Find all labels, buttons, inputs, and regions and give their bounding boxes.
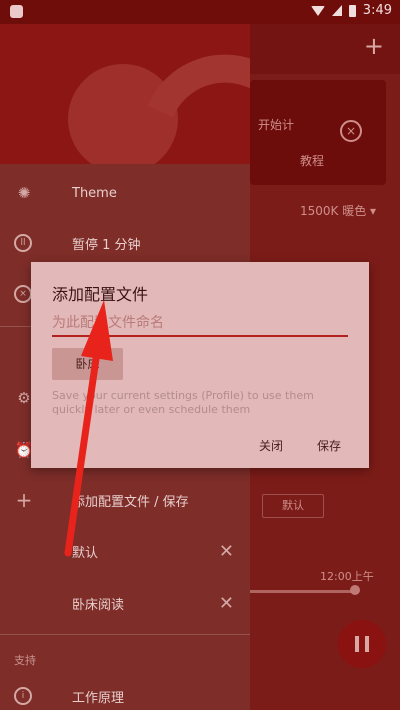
- theme-icon: ✺: [17, 184, 31, 202]
- intensity-slider[interactable]: [250, 590, 355, 593]
- close-card-icon[interactable]: ×: [340, 120, 362, 142]
- drawer-item-profile-bed-reading[interactable]: 卧床阅读 ✕: [0, 579, 250, 627]
- drawer-item-pause[interactable]: ll 暂停 1 分钟: [0, 219, 250, 267]
- pause-bar-icon: [365, 636, 369, 652]
- add-icon[interactable]: +: [364, 32, 384, 60]
- plus-icon: +: [15, 488, 33, 512]
- drawer-item-add-profile[interactable]: + 添加配置文件 / 保存: [0, 476, 250, 524]
- color-temp-dropdown[interactable]: 1500K 暖色 ▾: [300, 202, 376, 219]
- drawer-header: [0, 24, 250, 164]
- remove-profile-icon[interactable]: ✕: [219, 593, 234, 614]
- status-time: 3:49: [362, 3, 392, 18]
- drawer-divider: [0, 634, 250, 635]
- status-icons: 3:49: [310, 3, 392, 18]
- dialog-hint: Save your current settings (Profile) to …: [52, 389, 314, 416]
- profile-label: 卧床阅读: [72, 597, 125, 613]
- status-bar: 3:49: [0, 0, 400, 24]
- tutorial-card-line2: 教程: [300, 154, 325, 168]
- pause-icon: ll: [14, 234, 32, 252]
- signal-icon: [331, 5, 342, 16]
- add-profile-dialog: 添加配置文件 为此配置文件命名 卧床 Save your current set…: [31, 262, 369, 468]
- profile-label: 默认: [72, 545, 99, 561]
- wifi-icon: [310, 5, 325, 16]
- info-icon: i: [14, 687, 32, 705]
- section-label-support: 支持: [14, 654, 36, 667]
- remove-profile-icon[interactable]: ✕: [219, 541, 234, 562]
- drawer-item-theme[interactable]: ✺ Theme: [0, 169, 250, 217]
- drawer-item-how-it-works[interactable]: i 工作原理: [0, 672, 250, 710]
- profile-button[interactable]: 默认: [262, 494, 324, 518]
- battery-icon: [348, 4, 356, 17]
- app-screen: 3:49 + 开始计 教程 × 1500K 暖色 ▾ 默认 12:00上午 ✺ …: [0, 0, 400, 710]
- tutorial-card-line1: 开始计: [258, 118, 295, 132]
- time-label: 12:00上午: [320, 570, 374, 583]
- drawer-item-label: 添加配置文件 / 保存: [72, 494, 189, 510]
- input-underline: [52, 335, 348, 337]
- slider-knob[interactable]: [350, 585, 360, 595]
- pause-bar-icon: [355, 636, 359, 652]
- drawer-item-profile-default[interactable]: 默认 ✕: [0, 527, 250, 575]
- suggestion-chip[interactable]: 卧床: [52, 348, 123, 380]
- save-button[interactable]: 保存: [317, 437, 341, 454]
- close-button[interactable]: 关闭: [259, 437, 283, 454]
- drawer-item-label: 工作原理: [72, 690, 125, 706]
- dialog-title: 添加配置文件: [52, 285, 149, 304]
- notification-icon: [10, 5, 23, 18]
- pause-fab[interactable]: [338, 620, 386, 668]
- stop-icon: ×: [14, 285, 32, 303]
- drawer-item-label: Theme: [72, 185, 117, 201]
- color-temp-value: 1500K 暖色: [300, 204, 367, 218]
- profile-name-input[interactable]: 为此配置文件命名: [52, 312, 346, 334]
- drawer-item-label: 暂停 1 分钟: [72, 237, 141, 253]
